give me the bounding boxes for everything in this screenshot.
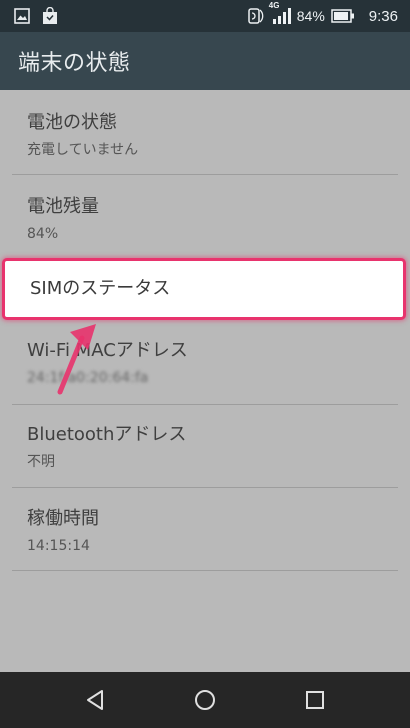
navigation-bar	[0, 672, 410, 728]
list-item-title: 電池の状態	[27, 112, 117, 133]
divider	[12, 487, 398, 488]
clock: 9:36	[368, 7, 398, 25]
signal-icon: 4G	[269, 1, 291, 25]
list-item-title: 稼働時間	[27, 508, 99, 529]
list-item-title: SIMのステータス	[30, 278, 171, 299]
status-right-icons: 4G 84% 9:36	[245, 1, 398, 27]
back-icon	[87, 690, 103, 710]
list-item-uptime[interactable]: 稼働時間 14:15:14	[0, 508, 410, 555]
image-notification-icon	[14, 7, 30, 25]
list-item-subtitle: 不明	[27, 454, 55, 470]
list-item-battery-level[interactable]: 電池残量 84%	[0, 196, 410, 243]
recents-icon	[306, 691, 324, 709]
battery-percent: 84%	[296, 8, 325, 24]
shopping-bag-notification-icon	[42, 7, 58, 25]
list-item-title: 電池残量	[27, 196, 99, 217]
list-item-battery-status[interactable]: 電池の状態 充電していません	[0, 112, 410, 159]
list-item-subtitle: 充電していません	[27, 142, 139, 158]
list-item-subtitle: 14:15:14	[27, 538, 90, 554]
back-button[interactable]	[75, 680, 115, 720]
home-button[interactable]	[185, 680, 225, 720]
page-title: 端末の状態	[18, 51, 131, 76]
home-icon	[195, 690, 215, 710]
divider	[12, 404, 398, 405]
list-item-sim-status[interactable]: SIMのステータス	[2, 258, 406, 320]
status-bar: 4G 84% 9:36	[0, 0, 410, 32]
recents-button[interactable]	[295, 680, 335, 720]
toolbar: 端末の状態	[0, 32, 410, 90]
battery-icon	[331, 8, 355, 24]
list-item-subtitle: 84%	[27, 226, 59, 242]
status-left-icons	[14, 7, 58, 25]
list-item-bluetooth-address[interactable]: Bluetoothアドレス 不明	[0, 424, 410, 471]
divider	[12, 570, 398, 571]
list-item-title: Bluetoothアドレス	[27, 424, 187, 445]
nfc-icon	[245, 6, 265, 26]
divider	[12, 174, 398, 175]
annotation-arrow-icon	[57, 324, 96, 395]
network-type: 4G	[268, 1, 280, 10]
